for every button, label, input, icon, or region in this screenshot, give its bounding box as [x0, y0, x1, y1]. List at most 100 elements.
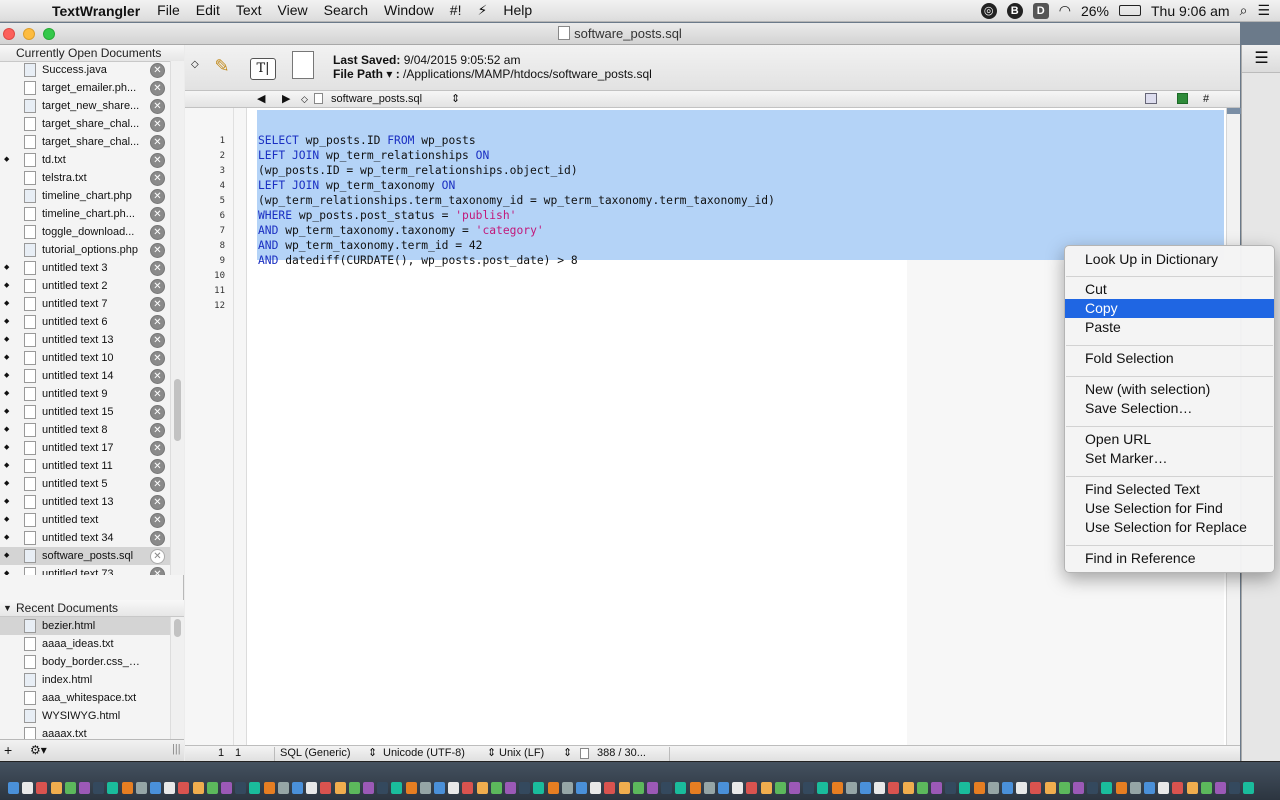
- recent-documents-scroll-thumb[interactable]: [174, 619, 181, 637]
- document-list-item[interactable]: target_share_chal... ✕: [0, 115, 170, 133]
- dock-app-icon[interactable]: [1101, 782, 1113, 794]
- status-column-number[interactable]: 1: [235, 746, 241, 761]
- document-list-item[interactable]: ◆ untitled text 8 ✕: [0, 421, 170, 439]
- dock-app-icon[interactable]: [1115, 782, 1127, 794]
- close-document-icon[interactable]: ✕: [150, 477, 165, 492]
- context-menu-item-cut[interactable]: Cut: [1065, 280, 1274, 299]
- close-document-icon[interactable]: ✕: [150, 189, 165, 204]
- menu-app-name[interactable]: TextWrangler: [36, 3, 149, 19]
- dock-app-icon[interactable]: [916, 782, 928, 794]
- menu-search[interactable]: Search: [316, 2, 376, 19]
- dock-app-icon[interactable]: [1172, 782, 1184, 794]
- dock-app-icon[interactable]: [661, 782, 673, 794]
- document-list-item[interactable]: ◆ untitled text 5 ✕: [0, 475, 170, 493]
- document-list-item[interactable]: ◆ untitled text 3 ✕: [0, 259, 170, 277]
- dock-app-icon[interactable]: [1186, 782, 1198, 794]
- close-document-icon[interactable]: ✕: [150, 207, 165, 222]
- document-list-item[interactable]: ◆ untitled text 9 ✕: [0, 385, 170, 403]
- dock-app-icon[interactable]: [519, 782, 531, 794]
- dock-app-icon[interactable]: [1129, 782, 1141, 794]
- dock-app-icon[interactable]: [817, 782, 829, 794]
- dock-app-icon[interactable]: [902, 782, 914, 794]
- document-list-item[interactable]: Success.java ✕: [0, 61, 170, 79]
- dock-app-icon[interactable]: [718, 782, 729, 794]
- dock-app-icon[interactable]: [1243, 782, 1255, 794]
- dock-app-icon[interactable]: [462, 782, 474, 794]
- close-document-icon[interactable]: ✕: [150, 117, 165, 132]
- dock-app-icon[interactable]: [647, 782, 658, 794]
- dock-app-icon[interactable]: [1144, 782, 1155, 794]
- diamond-marker-icon[interactable]: ◇: [191, 59, 199, 70]
- dock-app-icon[interactable]: [845, 782, 857, 794]
- document-list-item[interactable]: target_emailer.ph... ✕: [0, 79, 170, 97]
- dock-app-icon[interactable]: [874, 782, 886, 794]
- dock-app-icon[interactable]: [221, 782, 232, 794]
- line-endings-popup-arrows-icon[interactable]: ⇕: [563, 746, 572, 761]
- dock-app-icon[interactable]: [50, 782, 62, 794]
- dock-app-icon[interactable]: [277, 782, 289, 794]
- wifi-icon[interactable]: ◠: [1059, 2, 1071, 19]
- dock-app-icon[interactable]: [1016, 782, 1028, 794]
- close-document-icon[interactable]: ✕: [150, 81, 165, 96]
- context-menu-item-fold-selection[interactable]: Fold Selection: [1065, 349, 1274, 368]
- dock-app-icon[interactable]: [405, 782, 417, 794]
- document-proxy-icon[interactable]: [558, 26, 571, 40]
- close-document-icon[interactable]: ✕: [150, 351, 165, 366]
- document-popup[interactable]: software_posts.sql: [331, 91, 422, 107]
- document-list-item[interactable]: ◆ untitled text 11 ✕: [0, 457, 170, 475]
- close-document-icon[interactable]: ✕: [150, 333, 165, 348]
- dock-app-icon[interactable]: [150, 782, 161, 794]
- context-menu-item-look-up-in-dictionary[interactable]: Look Up in Dictionary: [1065, 250, 1274, 269]
- dock-app-icon[interactable]: [348, 782, 360, 794]
- document-list-item[interactable]: toggle_download... ✕: [0, 223, 170, 241]
- next-document-button[interactable]: ▶: [282, 91, 290, 107]
- dock-app-icon[interactable]: [945, 782, 957, 794]
- dock-app-icon[interactable]: [618, 782, 630, 794]
- document-list-item[interactable]: bezier.html: [0, 617, 170, 635]
- dock-app-icon[interactable]: [8, 782, 19, 794]
- close-document-icon[interactable]: ✕: [150, 567, 165, 575]
- close-document-icon[interactable]: ✕: [150, 549, 165, 564]
- context-menu-item-find-selected-text[interactable]: Find Selected Text: [1065, 480, 1274, 499]
- close-document-icon[interactable]: ✕: [150, 531, 165, 546]
- document-list-item[interactable]: aaa_whitespace.txt: [0, 689, 170, 707]
- document-list-item[interactable]: ◆ untitled text 34 ✕: [0, 529, 170, 547]
- dock-app-icon[interactable]: [448, 782, 460, 794]
- menu-window[interactable]: Window: [376, 2, 442, 19]
- context-menu-item-open-url[interactable]: Open URL: [1065, 430, 1274, 449]
- sidebar-gear-button[interactable]: ⚙▾: [30, 743, 47, 757]
- dock-app-icon[interactable]: [1073, 782, 1084, 794]
- close-document-icon[interactable]: ✕: [150, 243, 165, 258]
- document-stats[interactable]: 388 / 30...: [597, 746, 646, 761]
- text-options-button[interactable]: T|: [248, 51, 278, 81]
- code-content[interactable]: SELECT wp_posts.ID FROM wp_posts LEFT JOI…: [258, 133, 775, 313]
- context-menu-item-copy[interactable]: Copy: [1065, 299, 1274, 318]
- close-document-icon[interactable]: ✕: [150, 63, 165, 78]
- dock-app-icon[interactable]: [292, 782, 303, 794]
- context-menu-item-new-with-selection[interactable]: New (with selection): [1065, 380, 1274, 399]
- menu-file[interactable]: File: [149, 2, 188, 19]
- dock-app-icon[interactable]: [419, 782, 431, 794]
- dock-app-icon[interactable]: [561, 782, 573, 794]
- dock-app-icon[interactable]: [434, 782, 445, 794]
- dock-app-icon[interactable]: [235, 782, 247, 794]
- dock-app-icon[interactable]: [703, 782, 715, 794]
- close-document-icon[interactable]: ✕: [150, 441, 165, 456]
- dock-app-icon[interactable]: [803, 782, 815, 794]
- dock-app-icon[interactable]: [93, 782, 105, 794]
- disclosure-triangle-icon[interactable]: ▼: [3, 600, 12, 617]
- close-document-icon[interactable]: ✕: [150, 297, 165, 312]
- encoding-popup[interactable]: Unicode (UTF-8): [383, 746, 465, 761]
- close-document-icon[interactable]: ✕: [150, 171, 165, 186]
- dock-app-icon[interactable]: [1087, 782, 1099, 794]
- dock-app-icon[interactable]: [789, 782, 800, 794]
- dock-app-icon[interactable]: [121, 782, 133, 794]
- document-list-item[interactable]: index.html: [0, 671, 170, 689]
- dock-app-icon[interactable]: [831, 782, 843, 794]
- document-list-item[interactable]: tutorial_options.php ✕: [0, 241, 170, 259]
- close-document-icon[interactable]: ✕: [150, 423, 165, 438]
- status-line-number[interactable]: 1: [218, 746, 224, 761]
- dock-app-icon[interactable]: [206, 782, 218, 794]
- context-menu-item-find-in-reference[interactable]: Find in Reference: [1065, 549, 1274, 568]
- status-app-icon[interactable]: ◎: [980, 2, 997, 19]
